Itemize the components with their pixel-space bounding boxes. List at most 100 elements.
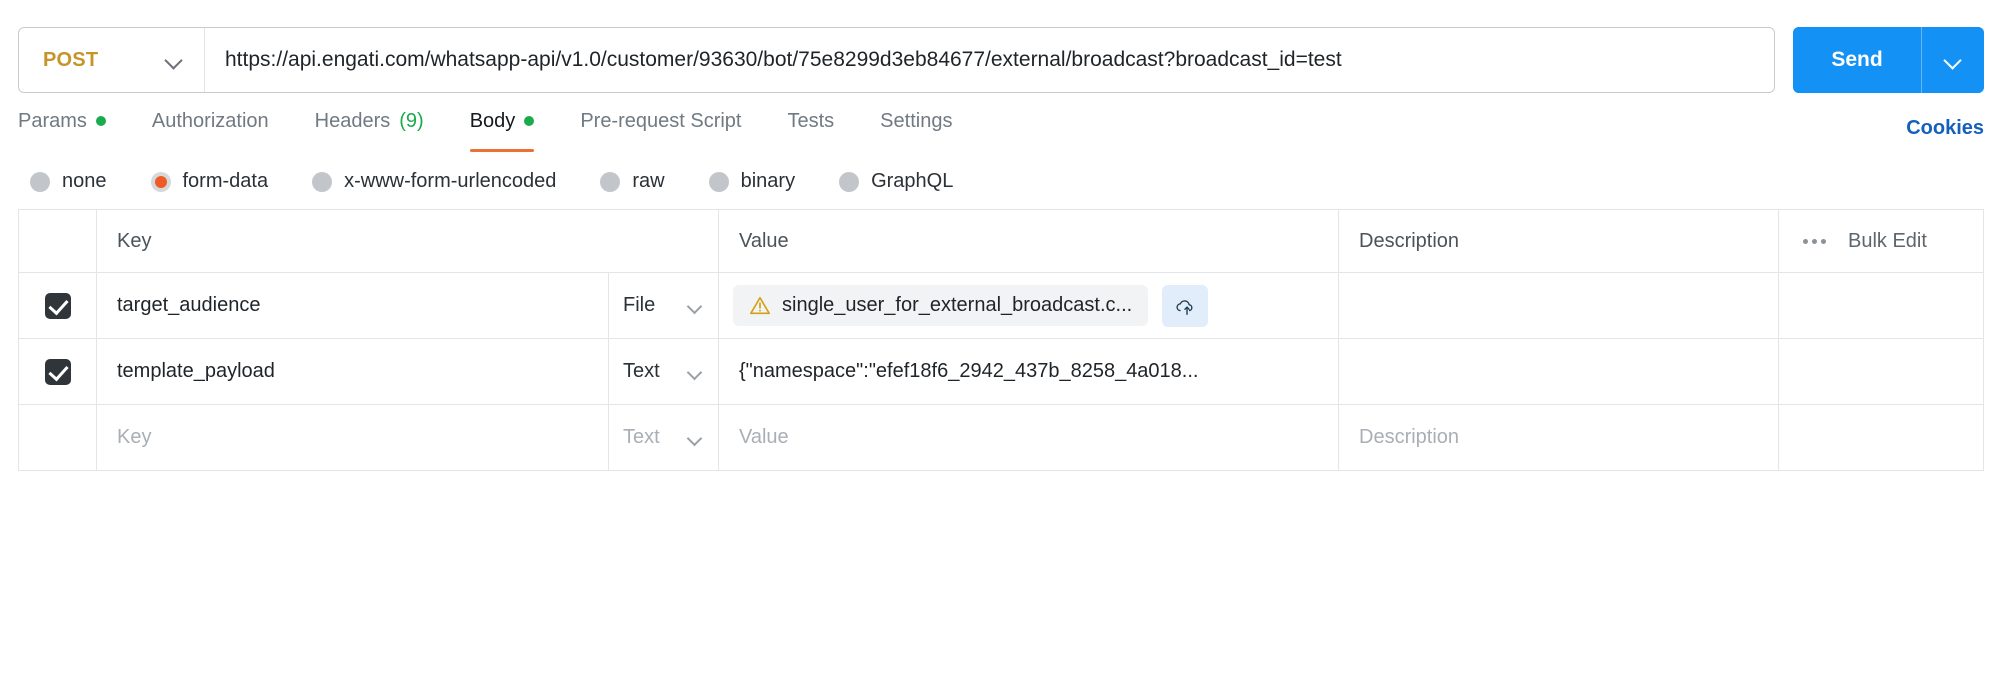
row-type-cell[interactable]: Text (608, 338, 719, 405)
row-key-cell[interactable]: Key (96, 404, 609, 471)
send-options-button[interactable] (1922, 27, 1984, 93)
tab-label: Body (469, 109, 516, 132)
table-header-row: Key Value Description Bulk Edit (18, 209, 1984, 273)
bulk-edit-button[interactable]: Bulk Edit (1848, 230, 1927, 253)
row-value-placeholder: Value (739, 426, 789, 448)
tab-tests[interactable]: Tests (787, 100, 834, 152)
cookies-link[interactable]: Cookies (1906, 117, 1984, 140)
body-mode-label: GraphQL (871, 170, 954, 192)
tab-body[interactable]: Body (469, 100, 535, 152)
tab-label: Pre-request Script (580, 109, 742, 132)
row-description-placeholder: Description (1359, 426, 1460, 448)
header-description-label: Description (1359, 229, 1460, 252)
radio-selected-icon[interactable] (150, 171, 171, 192)
tab-label: Settings (880, 109, 953, 132)
header-value-label: Value (739, 229, 789, 252)
method-url-container: POST (18, 27, 1775, 93)
body-mode-label: binary (740, 170, 796, 192)
tab-label: Headers (314, 109, 391, 132)
radio-icon[interactable] (708, 171, 729, 192)
row-type-value: Text (623, 360, 660, 382)
row-type-cell[interactable]: File (608, 272, 719, 339)
table-placeholder-row: Key Text Value Description (18, 404, 1984, 471)
table-row: target_audience File single_user_for_ext… (18, 272, 1984, 339)
row-value-cell[interactable]: Value (718, 404, 1339, 471)
tab-label: Authorization (151, 109, 269, 132)
header-value-cell: Value (718, 209, 1339, 273)
header-key-cell: Key (96, 209, 719, 273)
row-value-text: {"namespace":"efef18f6_2942_437b_8258_4a… (739, 360, 1199, 382)
tab-headers[interactable]: Headers (9) (315, 100, 424, 152)
tab-label: Tests (787, 109, 835, 132)
radio-icon[interactable] (30, 171, 50, 192)
table-row: template_payload Text {"namespace":"efef… (18, 338, 1984, 405)
tab-label: Params (18, 109, 87, 132)
radio-icon[interactable] (600, 171, 621, 192)
row-key-value: target_audience (117, 294, 261, 316)
row-checkbox-cell (18, 272, 97, 339)
header-key-label: Key (117, 229, 152, 252)
warning-triangle-icon (750, 296, 770, 314)
row-value-cell[interactable]: {"namespace":"efef18f6_2942_437b_8258_4a… (718, 338, 1339, 405)
request-tabs: Params Authorization Headers (9) Body Pr… (0, 100, 2002, 152)
row-description-cell[interactable] (1338, 338, 1779, 405)
send-button-group: Send (1793, 27, 1984, 93)
row-actions-cell (1778, 272, 1984, 339)
body-mode-form-data[interactable]: form-data (150, 170, 269, 193)
body-mode-radio-group: none form-data x-www-form-urlencoded raw… (0, 152, 2002, 209)
body-mode-binary[interactable]: binary (708, 170, 796, 193)
chevron-down-icon (166, 52, 182, 68)
row-key-value: template_payload (117, 360, 275, 382)
body-mode-raw[interactable]: raw (600, 170, 665, 193)
body-mode-none[interactable]: none (30, 170, 107, 193)
chevron-down-icon (688, 299, 702, 313)
more-horizontal-icon[interactable] (1803, 238, 1826, 244)
send-button[interactable]: Send (1793, 27, 1921, 93)
url-input[interactable] (205, 28, 1774, 92)
form-data-table: Key Value Description Bulk Edit target_a… (18, 209, 1984, 471)
body-mode-label: raw (632, 170, 665, 192)
body-mode-x-www-form-urlencoded[interactable]: x-www-form-urlencoded (312, 170, 556, 193)
tab-pre-request-script[interactable]: Pre-request Script (580, 100, 741, 152)
file-name: single_user_for_external_broadcast.c... (782, 294, 1133, 316)
tab-count: (9) (399, 109, 424, 132)
header-description-cell: Description (1338, 209, 1779, 273)
row-type-cell[interactable]: Text (608, 404, 719, 471)
http-method-select[interactable]: POST (19, 28, 205, 92)
row-description-cell[interactable]: Description (1338, 404, 1779, 471)
row-key-cell[interactable]: target_audience (96, 272, 609, 339)
form-data-table-wrapper: Key Value Description Bulk Edit target_a… (0, 209, 2002, 471)
row-type-value: File (623, 294, 656, 316)
row-key-placeholder: Key (117, 426, 152, 448)
status-dot-icon (524, 116, 535, 126)
chevron-down-icon (688, 431, 702, 445)
status-dot-icon (95, 116, 106, 126)
radio-icon[interactable] (312, 171, 333, 192)
row-checkbox[interactable] (45, 425, 71, 451)
row-key-cell[interactable]: template_payload (96, 338, 609, 405)
tab-settings[interactable]: Settings (880, 100, 952, 152)
radio-icon[interactable] (839, 171, 860, 192)
body-mode-label: none (62, 170, 107, 192)
row-checkbox-cell (18, 338, 97, 405)
file-chip[interactable]: single_user_for_external_broadcast.c... (733, 285, 1149, 326)
body-mode-label: form-data (182, 170, 269, 192)
row-checkbox[interactable] (44, 358, 71, 385)
cloud-upload-icon (1176, 299, 1193, 315)
body-mode-label: x-www-form-urlencoded (344, 170, 557, 192)
header-select-all-cell (18, 209, 97, 273)
request-url-bar: POST Send (0, 0, 2002, 100)
body-mode-graphql[interactable]: GraphQL (839, 170, 953, 193)
cloud-upload-button[interactable] (1162, 284, 1209, 327)
http-method-label: POST (43, 48, 99, 71)
tab-authorization[interactable]: Authorization (152, 100, 269, 152)
row-description-cell[interactable] (1338, 272, 1779, 339)
row-actions-cell (1778, 404, 1984, 471)
row-value-cell[interactable]: single_user_for_external_broadcast.c... (718, 272, 1339, 339)
row-checkbox-cell (18, 404, 97, 471)
tab-params[interactable]: Params (18, 100, 106, 152)
row-checkbox[interactable] (44, 292, 71, 319)
row-actions-cell (1778, 338, 1984, 405)
chevron-down-icon (1945, 52, 1961, 68)
header-bulk-edit-cell: Bulk Edit (1778, 209, 1984, 273)
